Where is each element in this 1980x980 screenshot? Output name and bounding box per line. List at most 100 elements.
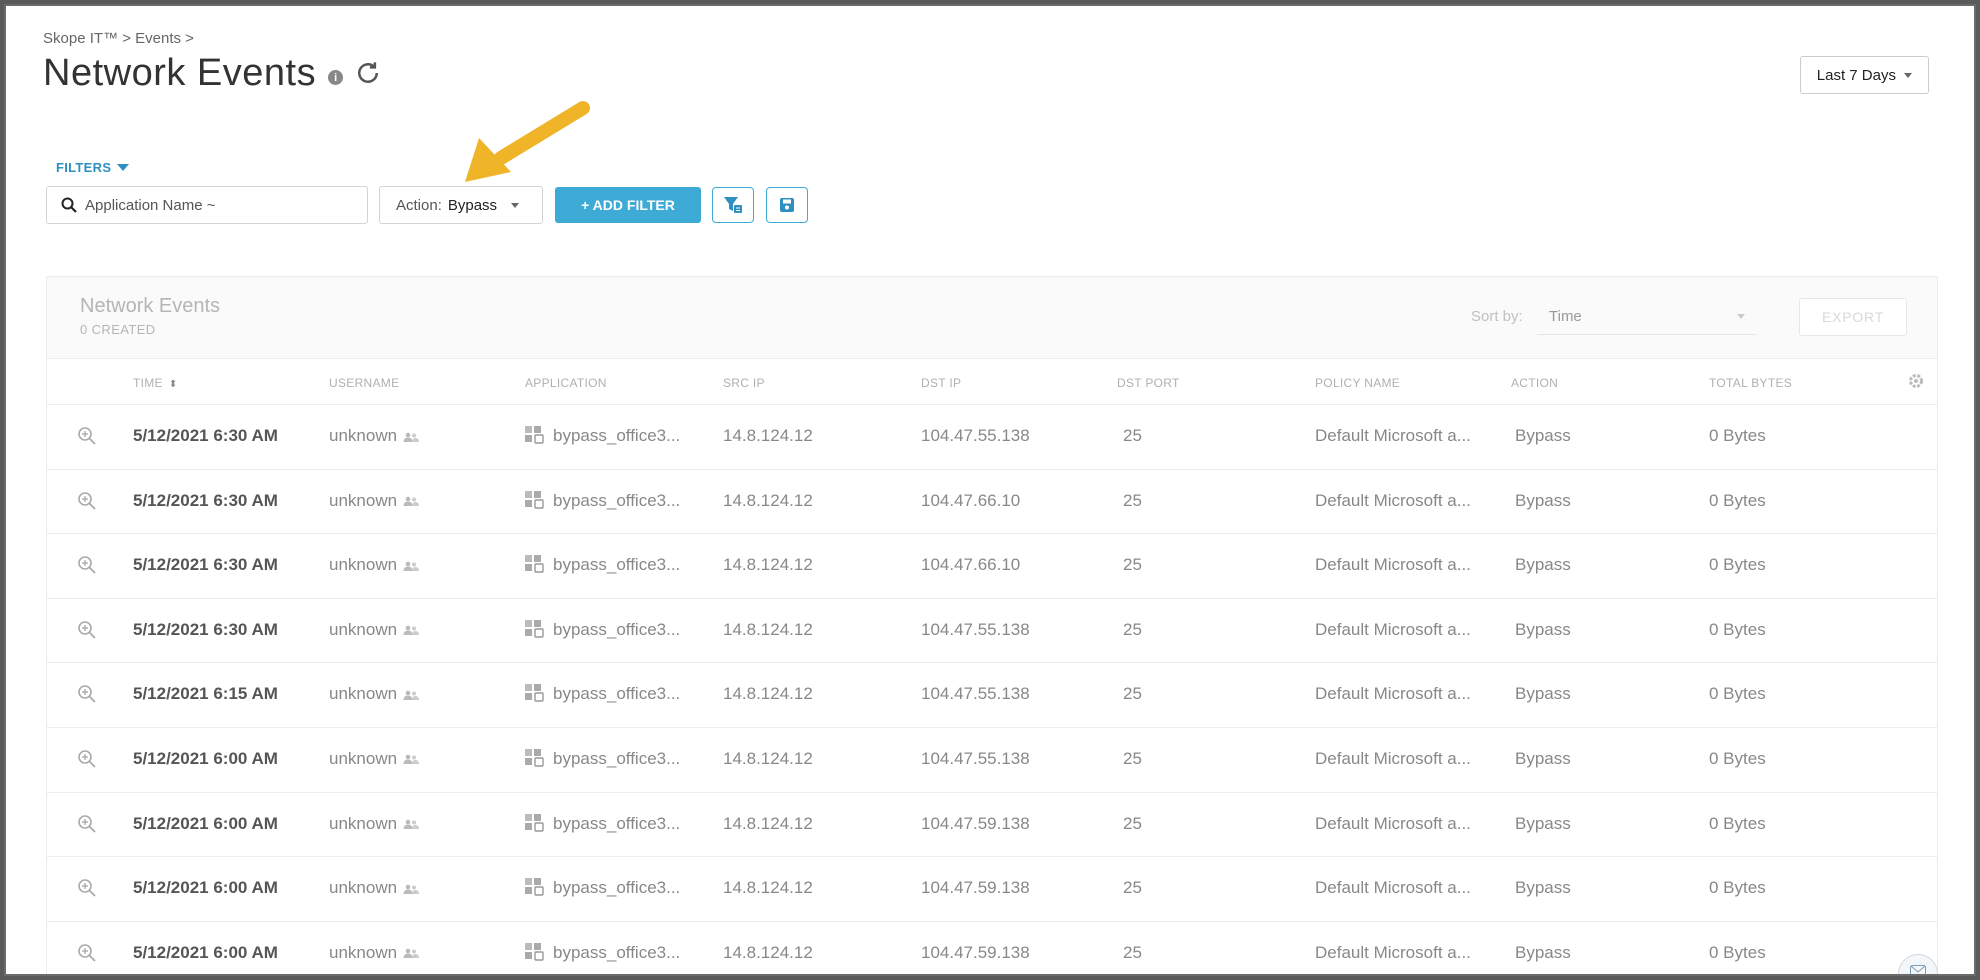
zoom-in-icon[interactable]: [77, 943, 97, 963]
cell-dst-ip: 104.47.66.10: [921, 555, 1021, 575]
cell-action: Bypass: [1515, 748, 1571, 768]
panel-title: Network Events: [80, 295, 221, 317]
cell-application[interactable]: bypass_office3...: [525, 814, 680, 834]
column-header-dst-port[interactable]: DST PORT: [1117, 376, 1180, 390]
cell-time: 5/12/2021 6:15 AM: [133, 684, 278, 704]
cell-action: Bypass: [1515, 619, 1571, 639]
cell-policy-name: Default Microsoft a...: [1315, 426, 1471, 445]
cell-dst-ip: 104.47.66.10: [921, 490, 1021, 510]
export-button[interactable]: EXPORT: [1799, 298, 1907, 336]
cell-time: 5/12/2021 6:00 AM: [133, 748, 278, 768]
cell-username: unknown: [329, 426, 420, 446]
zoom-in-icon[interactable]: [77, 555, 97, 575]
users-icon: [403, 625, 420, 636]
chevron-down-icon: [511, 202, 520, 208]
application-icon: [525, 555, 544, 573]
application-icon: [525, 490, 544, 509]
table-row[interactable]: 5/12/2021 6:00 AM unknown bypass_office3..…: [47, 728, 1937, 793]
save-filter-button[interactable]: [766, 187, 808, 223]
table-row[interactable]: 5/12/2021 6:00 AM unknown bypass_office3..…: [47, 857, 1937, 922]
zoom-in-icon[interactable]: [77, 684, 97, 704]
filter-settings-button[interactable]: [712, 187, 754, 223]
users-icon: [403, 432, 420, 442]
column-header-src-ip[interactable]: SRC IP: [723, 376, 765, 390]
cell-username: unknown: [329, 942, 420, 963]
cell-action: Bypass: [1515, 942, 1571, 962]
table-row[interactable]: 5/12/2021 6:15 AM unknown bypass_office3..…: [47, 663, 1937, 728]
cell-application[interactable]: bypass_office3...: [525, 491, 680, 511]
cell-policy-name: Default Microsoft a...: [1315, 748, 1471, 768]
table-row[interactable]: 5/12/2021 6:00 AM unknown bypass_office3..…: [47, 922, 1937, 974]
users-icon: [403, 496, 420, 507]
annotation-arrow-icon: [465, 101, 590, 182]
gear-icon[interactable]: [1907, 372, 1925, 390]
zoom-in-icon[interactable]: [77, 426, 97, 446]
filter-settings-icon: [724, 197, 742, 213]
cell-action: Bypass: [1515, 555, 1571, 575]
cell-username: unknown: [329, 684, 420, 704]
action-filter-dropdown[interactable]: Action: Bypass: [379, 186, 543, 224]
caret-down-icon: [117, 164, 130, 171]
users-icon: [403, 755, 420, 765]
application-name-filter-input[interactable]: Application Name ~: [46, 186, 368, 224]
cell-policy-name: Default Microsoft a...: [1315, 942, 1471, 962]
zoom-in-icon[interactable]: [77, 491, 97, 511]
cell-time: 5/12/2021 6:00 AM: [133, 878, 278, 898]
username-text: unknown: [329, 813, 398, 833]
cell-time: 5/12/2021 6:30 AM: [133, 619, 278, 639]
cell-time: 5/12/2021 6:30 AM: [133, 490, 278, 510]
cell-dst-ip: 104.47.59.138: [921, 878, 1030, 898]
cell-application[interactable]: bypass_office3...: [525, 620, 680, 640]
zoom-in-icon[interactable]: [77, 620, 97, 640]
application-text: bypass_office3...: [553, 813, 681, 833]
users-icon: [403, 948, 420, 959]
sort-select[interactable]: Time: [1537, 299, 1757, 335]
cell-action: Bypass: [1515, 684, 1571, 704]
cell-application[interactable]: bypass_office3...: [525, 943, 680, 963]
zoom-in-icon[interactable]: [77, 878, 97, 898]
column-header-username[interactable]: USERNAME: [329, 376, 399, 390]
table-row[interactable]: 5/12/2021 6:30 AM unknown bypass_office3..…: [47, 405, 1937, 470]
cell-application[interactable]: bypass_office3...: [525, 749, 680, 769]
date-range-dropdown[interactable]: Last 7 Days: [1799, 56, 1929, 94]
column-header-action[interactable]: ACTION: [1511, 376, 1558, 390]
filters-toggle[interactable]: FILTERS: [56, 160, 130, 175]
cell-policy-name: Default Microsoft a...: [1315, 878, 1471, 898]
cell-src-ip: 14.8.124.12: [723, 942, 813, 962]
cell-application[interactable]: bypass_office3...: [525, 555, 680, 575]
cell-dst-ip: 104.47.55.138: [921, 684, 1030, 704]
cell-application[interactable]: bypass_office3...: [525, 426, 680, 446]
zoom-in-icon[interactable]: [77, 749, 97, 769]
column-header-dst-ip[interactable]: DST IP: [921, 376, 961, 390]
cell-username: unknown: [329, 749, 420, 769]
table-row[interactable]: 5/12/2021 6:30 AM unknown bypass_office3..…: [47, 470, 1937, 535]
username-text: unknown: [329, 942, 398, 962]
chevron-down-icon: [1904, 72, 1912, 78]
cell-src-ip: 14.8.124.12: [723, 426, 813, 445]
cell-application[interactable]: bypass_office3...: [525, 684, 680, 704]
column-header-time[interactable]: TIME ⬍: [133, 376, 178, 390]
zoom-in-icon[interactable]: [77, 814, 97, 834]
column-header-total-bytes[interactable]: TOTAL BYTES: [1709, 376, 1792, 390]
cell-policy-name: Default Microsoft a...: [1315, 684, 1471, 704]
info-icon[interactable]: i: [328, 70, 344, 85]
table-row[interactable]: 5/12/2021 6:30 AM unknown bypass_office3..…: [47, 534, 1937, 599]
table-row[interactable]: 5/12/2021 6:00 AM unknown bypass_office3..…: [47, 793, 1937, 858]
column-header-policy-name[interactable]: POLICY NAME: [1315, 376, 1400, 390]
action-filter-prefix: Action:: [396, 196, 442, 214]
cell-total-bytes: 0 Bytes: [1709, 426, 1766, 445]
add-filter-button[interactable]: + ADD FILTER: [555, 187, 701, 223]
cell-total-bytes: 0 Bytes: [1709, 878, 1766, 898]
column-header-application[interactable]: APPLICATION: [525, 376, 607, 390]
sort-value: Time: [1549, 308, 1582, 325]
cell-policy-name: Default Microsoft a...: [1315, 813, 1471, 833]
username-text: unknown: [329, 878, 398, 898]
table-row[interactable]: 5/12/2021 6:30 AM unknown bypass_office3..…: [47, 599, 1937, 664]
application-icon: [525, 426, 544, 444]
users-icon: [403, 690, 420, 700]
cell-total-bytes: 0 Bytes: [1709, 942, 1766, 962]
breadcrumb[interactable]: Skope IT™ > Events >: [43, 30, 194, 47]
cell-total-bytes: 0 Bytes: [1709, 555, 1766, 575]
cell-application[interactable]: bypass_office3...: [525, 878, 680, 898]
refresh-icon[interactable]: [353, 58, 383, 88]
